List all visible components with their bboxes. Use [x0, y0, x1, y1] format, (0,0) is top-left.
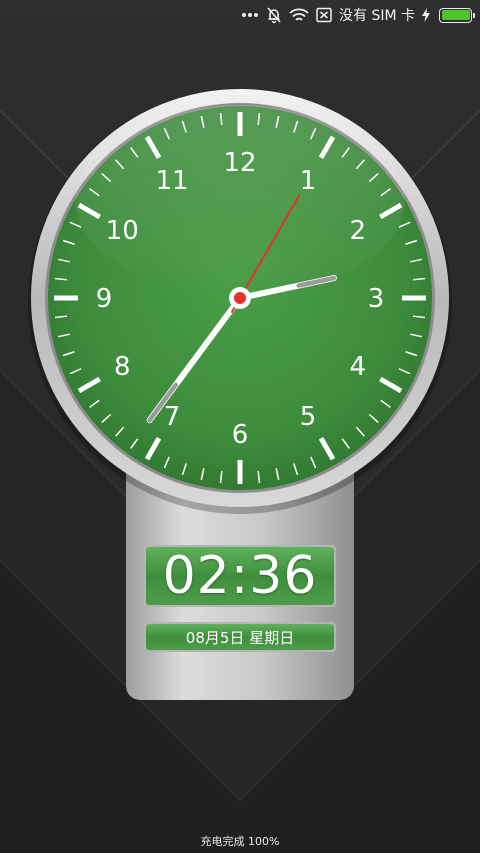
digital-time: 02:36 [162, 546, 318, 606]
clock-widget: 121234567891011 [28, 89, 452, 700]
date-label: 08月5日 星期日 [185, 628, 295, 647]
clock-numeral: 7 [164, 402, 181, 432]
clock-numeral: 8 [114, 352, 131, 382]
clock-numeral: 11 [155, 166, 188, 196]
clock-numeral: 1 [300, 166, 317, 196]
clock-numeral: 10 [106, 216, 139, 246]
lock-screen: 没有 SIM 卡 12 1 2 3 4 5 6 7 8 9 10 11 02:3… [0, 0, 480, 853]
clock-numeral: 6 [232, 420, 249, 450]
clock-numeral: 3 [368, 284, 385, 314]
clock-numeral: 5 [300, 402, 317, 432]
clock-numeral: 9 [96, 284, 113, 314]
clock-numeral: 2 [350, 216, 367, 246]
hand-pivot-center [234, 292, 246, 304]
clock-numeral: 4 [350, 352, 367, 382]
charging-status: 充电完成 100% [200, 835, 280, 848]
clock-numeral: 12 [223, 148, 256, 178]
